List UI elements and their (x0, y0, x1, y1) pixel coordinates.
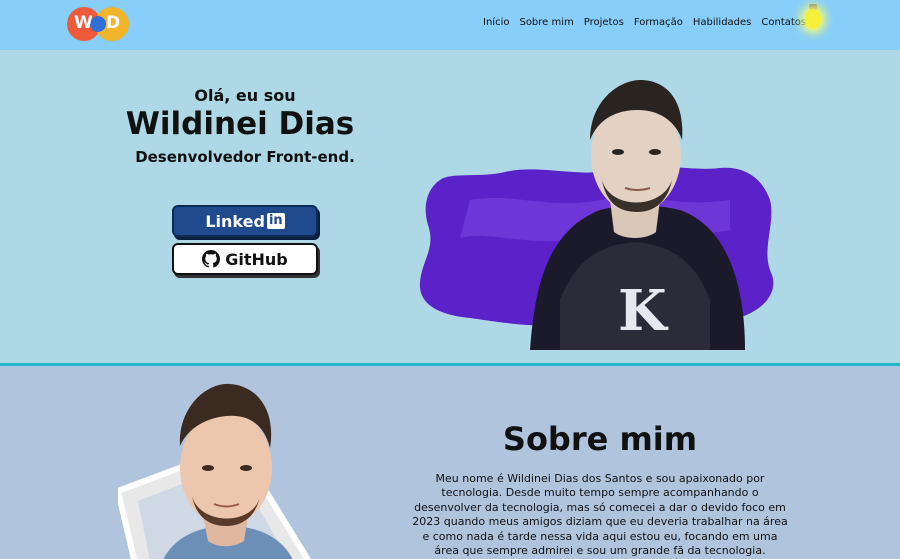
hero-name: Wildinei Dias (125, 106, 355, 142)
hero-section: Olá, eu sou Wildinei Dias Desenvolvedor … (0, 50, 900, 364)
hero-portrait-image: K (419, 80, 774, 350)
nav-link-inicio[interactable]: Início (483, 17, 509, 28)
nav-link-contatos[interactable]: Contatos (761, 17, 806, 28)
github-icon (202, 250, 221, 268)
linkedin-button[interactable]: Linked in (172, 205, 318, 237)
linkedin-icon: in (266, 213, 285, 229)
svg-text:K: K (618, 278, 669, 344)
nav-link-projetos[interactable]: Projetos (584, 17, 624, 28)
logo-letter-w: W (74, 13, 93, 33)
github-label: GitHub (225, 249, 288, 269)
about-section: Sobre mim Meu nome é Wildinei Dias dos S… (0, 366, 900, 559)
nav-link-habilidades[interactable]: Habilidades (693, 17, 752, 28)
nav-link-formacao[interactable]: Formação (634, 17, 683, 28)
lightbulb-icon[interactable] (804, 4, 822, 30)
about-description: Meu nome é Wildinei Dias dos Santos e so… (412, 472, 788, 558)
linkedin-label: Linked (205, 211, 265, 231)
logo[interactable]: W D (67, 7, 131, 41)
main-nav: Início Sobre mim Projetos Formação Habil… (483, 17, 806, 28)
nav-link-sobre-mim[interactable]: Sobre mim (519, 17, 573, 28)
about-title: Sobre mim (502, 420, 698, 458)
site-header: W D Início Sobre mim Projetos Formação H… (0, 0, 900, 50)
about-portrait-image (118, 383, 312, 559)
lightbulb-glass (805, 9, 821, 29)
github-button[interactable]: GitHub (172, 243, 318, 275)
logo-letter-d: D (106, 13, 121, 33)
